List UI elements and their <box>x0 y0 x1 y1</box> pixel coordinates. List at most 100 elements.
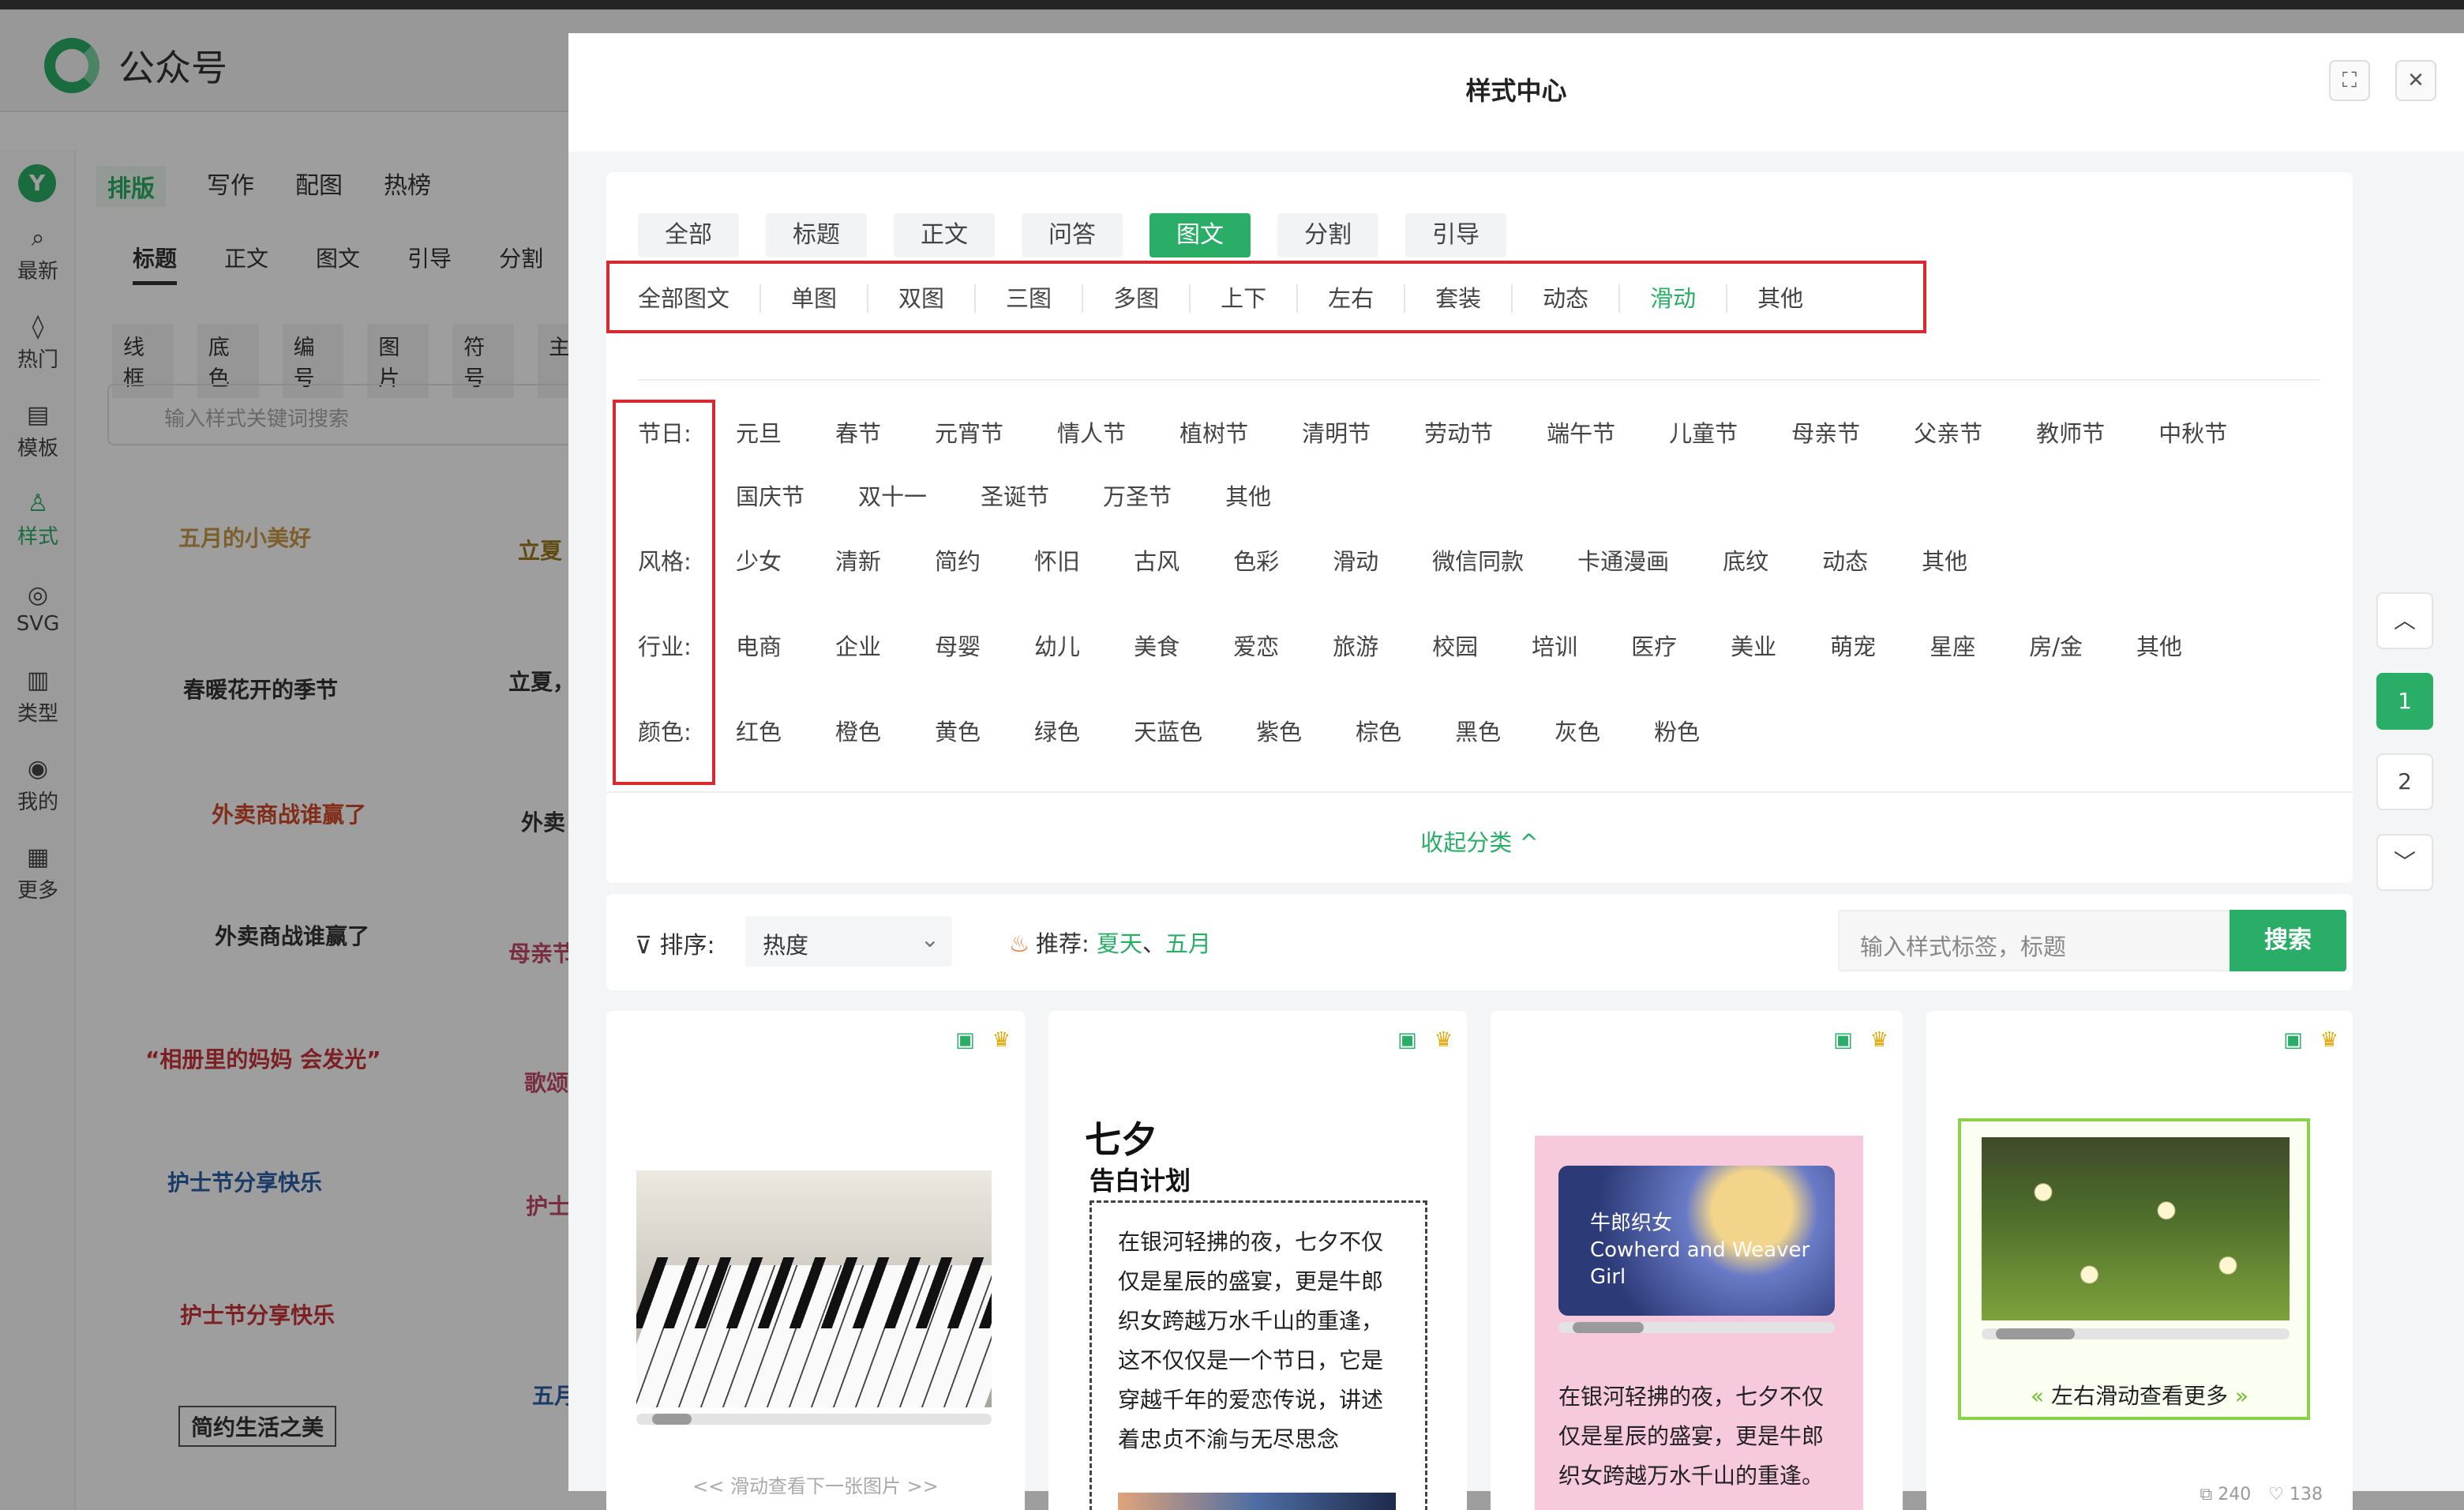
filter-option-style[interactable]: 底纹 <box>1723 543 1768 577</box>
filter-option-style[interactable]: 滑动 <box>1333 543 1378 577</box>
subcategory-tab[interactable]: 套装 <box>1404 284 1511 313</box>
main-tab[interactable]: 图文 <box>1149 213 1251 257</box>
filter-row-style: 风格: 少女 清新 简约 怀旧 古风 色彩 滑动 微信同款 卡通漫画 底纹 动态 其他 <box>638 543 2299 577</box>
main-tab[interactable]: 正文 <box>894 213 995 257</box>
filter-option-holiday[interactable]: 端午节 <box>1547 415 1615 449</box>
filter-option-color[interactable]: 黄色 <box>935 714 981 747</box>
recommend-tag[interactable]: 五月 <box>1165 930 1211 957</box>
subcategory-tab[interactable]: 动态 <box>1511 284 1618 313</box>
filter-option-industry[interactable]: 星座 <box>1930 629 1975 662</box>
filter-option-holiday[interactable]: 国庆节 <box>736 479 804 512</box>
filter-option-style[interactable]: 其他 <box>1922 543 1967 577</box>
main-tab[interactable]: 全部 <box>638 213 739 257</box>
bookmark-icon[interactable]: ▣ <box>955 1028 975 1052</box>
filter-option-holiday[interactable]: 父亲节 <box>1914 415 1982 449</box>
filter-option-holiday[interactable]: 中秋节 <box>2158 415 2227 449</box>
template-card[interactable]: ▣ ♛ 牛郎织女 Cowherd and Weaver Girl 在银河轻拂的夜，七夕… <box>1491 1011 1903 1510</box>
filter-option-industry[interactable]: 萌宠 <box>1830 629 1876 662</box>
filter-option-industry[interactable]: 旅游 <box>1333 629 1378 662</box>
filter-option-holiday[interactable]: 其他 <box>1225 479 1271 512</box>
main-tab[interactable]: 引导 <box>1405 213 1506 257</box>
template-card[interactable]: ▣ ♛ 七夕 告白计划 在银河轻拂的夜，七夕不仅 仅是星辰的盛宴，更是牛郎 织女跨越万… <box>1048 1011 1467 1510</box>
heart-icon: ♡ <box>2268 1485 2284 1504</box>
filter-option-color[interactable]: 橙色 <box>835 714 881 747</box>
filter-option-holiday[interactable]: 元宵节 <box>935 415 1003 449</box>
filter-icon: ⊽ <box>635 932 660 960</box>
filter-option-industry[interactable]: 培训 <box>1532 629 1577 662</box>
close-button[interactable]: ✕ <box>2395 60 2436 101</box>
page-1-button[interactable]: 1 <box>2376 673 2433 730</box>
subcategory-tab[interactable]: 其他 <box>1726 284 1833 313</box>
filter-option-industry[interactable]: 医疗 <box>1631 629 1677 662</box>
filter-option-color[interactable]: 绿色 <box>1034 714 1080 747</box>
carousel-scroll-thumb[interactable] <box>652 1414 692 1425</box>
subcategory-tab[interactable]: 三图 <box>974 284 1082 313</box>
filter-option-holiday[interactable]: 双十一 <box>858 479 927 512</box>
filter-option-style[interactable]: 古风 <box>1134 543 1179 577</box>
filter-row-color: 颜色: 红色 橙色 黄色 绿色 天蓝色 紫色 棕色 黑色 灰色 粉色 <box>638 714 2299 747</box>
filter-option-style[interactable]: 简约 <box>935 543 981 577</box>
filter-option-holiday[interactable]: 儿童节 <box>1669 415 1738 449</box>
subcategory-tab[interactable]: 左右 <box>1296 284 1404 313</box>
main-tab[interactable]: 分割 <box>1277 213 1378 257</box>
filter-option-style[interactable]: 怀旧 <box>1034 543 1080 577</box>
filter-option-color[interactable]: 粉色 <box>1654 714 1700 747</box>
page-down-button[interactable]: ﹀ <box>2376 834 2433 891</box>
bookmark-icon[interactable]: ▣ <box>2283 1028 2303 1052</box>
filter-option-color[interactable]: 天蓝色 <box>1134 714 1202 747</box>
filter-option-holiday[interactable]: 清明节 <box>1302 415 1371 449</box>
filter-option-industry[interactable]: 幼儿 <box>1034 629 1080 662</box>
filter-option-holiday[interactable]: 春节 <box>835 415 881 449</box>
filter-option-holiday[interactable]: 元旦 <box>736 415 782 449</box>
filter-option-style[interactable]: 微信同款 <box>1432 543 1524 577</box>
bookmark-icon[interactable]: ▣ <box>1833 1028 1853 1052</box>
filter-option-color[interactable]: 紫色 <box>1256 714 1302 747</box>
filter-option-color[interactable]: 黑色 <box>1455 714 1501 747</box>
filter-option-industry[interactable]: 爱恋 <box>1233 629 1279 662</box>
filter-option-industry[interactable]: 房/金 <box>2029 629 2083 662</box>
carousel-scroll-thumb[interactable] <box>1573 1322 1644 1333</box>
search-button[interactable]: 搜索 <box>2230 910 2346 971</box>
filter-option-color[interactable]: 棕色 <box>1356 714 1401 747</box>
filter-option-holiday[interactable]: 圣诞节 <box>981 479 1049 512</box>
filter-option-holiday[interactable]: 植树节 <box>1179 415 1248 449</box>
page-2-button[interactable]: 2 <box>2376 753 2433 810</box>
filter-option-holiday[interactable]: 母亲节 <box>1791 415 1860 449</box>
filter-option-industry[interactable]: 美业 <box>1731 629 1776 662</box>
filter-option-style[interactable]: 卡通漫画 <box>1577 543 1669 577</box>
subcategory-tab[interactable]: 上下 <box>1189 284 1296 313</box>
filter-option-holiday[interactable]: 万圣节 <box>1103 479 1172 512</box>
filter-option-holiday[interactable]: 情人节 <box>1057 415 1126 449</box>
sort-dropdown[interactable]: 热度 ⌄ <box>745 916 952 967</box>
subcategory-tab[interactable]: 双图 <box>867 284 974 313</box>
fullscreen-button[interactable]: ⛶ <box>2329 60 2370 101</box>
filter-option-industry[interactable]: 母婴 <box>935 629 981 662</box>
template-card[interactable]: ▣ ♛ « 左右滑动查看更多 » ⧉ 240 ♡ 138 <box>1926 1011 2353 1510</box>
main-tab[interactable]: 标题 <box>766 213 867 257</box>
filter-option-industry[interactable]: 企业 <box>835 629 881 662</box>
template-card[interactable]: ▣ ♛ << 滑动查看下一张图片 >> <box>606 1011 1025 1510</box>
collapse-categories-button[interactable]: 收起分类 ^ <box>606 824 2353 858</box>
filter-option-style[interactable]: 少女 <box>736 543 782 577</box>
recommend-tag[interactable]: 夏天 <box>1097 930 1142 957</box>
filter-option-industry[interactable]: 美食 <box>1134 629 1179 662</box>
tag-search-input[interactable]: 输入样式标签，标题 <box>1838 910 2230 971</box>
filter-option-color[interactable]: 红色 <box>736 714 782 747</box>
subcategory-tab[interactable]: 单图 <box>759 284 867 313</box>
page-up-button[interactable]: ︿ <box>2376 592 2433 649</box>
filter-option-industry[interactable]: 校园 <box>1432 629 1478 662</box>
subcategory-tab[interactable]: 滑动 <box>1618 284 1726 313</box>
filter-option-style[interactable]: 动态 <box>1822 543 1868 577</box>
bookmark-icon[interactable]: ▣ <box>1397 1028 1417 1052</box>
filter-option-industry[interactable]: 电商 <box>736 629 782 662</box>
filter-option-color[interactable]: 灰色 <box>1555 714 1600 747</box>
filter-option-style[interactable]: 色彩 <box>1233 543 1279 577</box>
filter-option-industry[interactable]: 其他 <box>2136 629 2182 662</box>
carousel-scroll-thumb[interactable] <box>1996 1328 2075 1339</box>
filter-option-holiday[interactable]: 教师节 <box>2036 415 2105 449</box>
filter-option-holiday[interactable]: 劳动节 <box>1424 415 1493 449</box>
main-tab[interactable]: 问答 <box>1022 213 1123 257</box>
subcategory-tab[interactable]: 全部图文 <box>638 284 759 313</box>
filter-option-style[interactable]: 清新 <box>835 543 881 577</box>
subcategory-tab[interactable]: 多图 <box>1082 284 1189 313</box>
